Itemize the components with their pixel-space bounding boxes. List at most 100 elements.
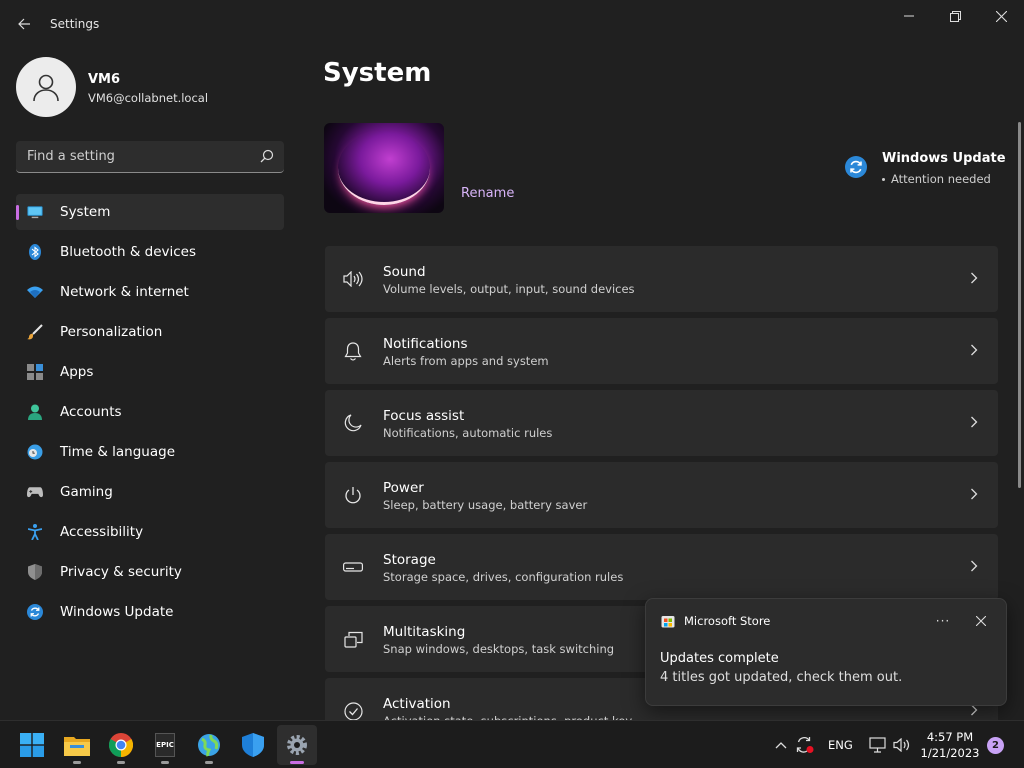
taskbar-chrome[interactable] <box>101 725 141 765</box>
drive-icon <box>343 557 363 577</box>
minimize-button[interactable] <box>886 0 932 32</box>
card-subtitle: Sleep, battery usage, battery saver <box>383 498 588 512</box>
show-hidden-icons-button[interactable] <box>771 735 791 755</box>
taskbar-defender[interactable] <box>233 725 273 765</box>
sidebar-item-label: System <box>60 204 111 220</box>
toast-body: 4 titles got updated, check them out. <box>660 670 903 685</box>
toast-close-button[interactable] <box>968 609 994 633</box>
tray-sync-status[interactable] <box>795 735 815 755</box>
search-input[interactable] <box>16 141 246 172</box>
notification-count-badge[interactable]: 2 <box>987 737 1004 754</box>
start-button[interactable] <box>12 725 52 765</box>
moon-icon <box>343 413 363 433</box>
rename-link[interactable]: Rename <box>461 186 514 201</box>
update-icon <box>27 604 43 620</box>
settings-card-sound[interactable]: Sound Volume levels, output, input, soun… <box>325 246 998 312</box>
sidebar-item-label: Apps <box>60 364 94 380</box>
sidebar-item-system[interactable]: System <box>16 194 284 230</box>
update-icon[interactable] <box>845 156 867 178</box>
apps-icon <box>27 364 43 380</box>
sidebar-item-network[interactable]: Network & internet <box>16 274 284 310</box>
input-language-indicator[interactable]: ENG <box>828 738 853 752</box>
sidebar-item-windows-update[interactable]: Windows Update <box>16 594 284 630</box>
defender-icon <box>242 733 264 757</box>
sidebar-item-accessibility[interactable]: Accessibility <box>16 514 284 550</box>
taskbar-settings[interactable] <box>277 725 317 765</box>
person-icon <box>33 74 59 102</box>
toast-title: Updates complete <box>660 651 779 666</box>
taskbar-file-explorer[interactable] <box>57 725 97 765</box>
settings-card-power[interactable]: Power Sleep, battery usage, battery save… <box>325 462 998 528</box>
close-button[interactable] <box>978 0 1024 32</box>
clock-date: 1/21/2023 <box>920 746 980 760</box>
search-icon[interactable] <box>260 149 274 163</box>
sidebar-item-label: Bluetooth & devices <box>60 244 197 260</box>
avatar[interactable] <box>16 57 76 117</box>
chevron-right-icon <box>971 560 978 572</box>
sidebar-item-label: Network & internet <box>60 284 189 300</box>
taskbar-globe-app[interactable] <box>189 725 229 765</box>
toast-more-button[interactable]: ··· <box>930 609 956 633</box>
sidebar-item-label: Windows Update <box>60 604 174 620</box>
bell-icon <box>343 341 363 361</box>
sidebar-item-personalization[interactable]: Personalization <box>16 314 284 350</box>
taskbar-clock[interactable]: 4:57 PM 1/21/2023 <box>918 729 982 761</box>
speaker-icon <box>893 738 910 752</box>
settings-card-notifications[interactable]: Notifications Alerts from apps and syste… <box>325 318 998 384</box>
desktop-wallpaper-thumbnail <box>324 123 444 213</box>
tray-volume[interactable] <box>892 735 912 755</box>
sidebar-item-label: Gaming <box>60 484 113 500</box>
epic-games-icon: EPIC <box>155 733 175 757</box>
chrome-icon <box>109 733 133 757</box>
search-box <box>16 141 284 173</box>
toast-notification[interactable]: Microsoft Store ··· Updates complete 4 t… <box>645 598 1007 706</box>
sidebar-item-label: Personalization <box>60 324 163 340</box>
card-title: Multitasking <box>383 624 466 640</box>
chevron-right-icon <box>971 488 978 500</box>
gamepad-icon <box>27 484 43 500</box>
shield-icon <box>27 564 43 580</box>
chevron-right-icon <box>971 344 978 356</box>
tray-network[interactable] <box>868 735 888 755</box>
clock-globe-icon <box>27 444 43 460</box>
sidebar-item-bluetooth[interactable]: Bluetooth & devices <box>16 234 284 270</box>
app-title: Settings <box>50 17 100 31</box>
chevron-up-icon <box>775 742 787 749</box>
sync-error-icon <box>796 737 814 753</box>
sidebar-item-accounts[interactable]: Accounts <box>16 394 284 430</box>
user-email: VM6@collabnet.local <box>88 91 209 105</box>
scrollbar[interactable] <box>1018 122 1021 488</box>
sidebar-item-time-language[interactable]: Time & language <box>16 434 284 470</box>
person-icon <box>27 404 43 420</box>
wifi-icon <box>27 284 43 300</box>
clock-time: 4:57 PM <box>926 730 974 744</box>
back-button[interactable] <box>8 9 40 39</box>
close-icon <box>976 616 986 626</box>
sidebar-item-privacy[interactable]: Privacy & security <box>16 554 284 590</box>
chevron-right-icon <box>971 272 978 284</box>
sidebar-item-apps[interactable]: Apps <box>16 354 284 390</box>
title-bar: Settings <box>0 0 1024 48</box>
restore-button[interactable] <box>932 0 978 32</box>
globe-app-icon <box>198 734 220 757</box>
chevron-right-icon <box>971 416 978 428</box>
restore-icon <box>949 10 961 22</box>
microsoft-store-icon <box>661 616 675 628</box>
card-subtitle: Notifications, automatic rules <box>383 426 553 440</box>
windows-update-status-text: Attention needed <box>891 172 991 186</box>
card-subtitle: Storage space, drives, configuration rul… <box>383 570 624 584</box>
monitor-icon <box>27 204 43 220</box>
sidebar-item-label: Accounts <box>60 404 122 420</box>
sidebar-item-label: Accessibility <box>60 524 144 540</box>
taskbar: EPIC ENG 4:57 PM 1/21/2023 2 <box>0 720 1024 768</box>
back-arrow-icon <box>18 18 30 30</box>
close-icon <box>995 10 1007 22</box>
windows-update-title[interactable]: Windows Update <box>882 151 1006 166</box>
more-icon: ··· <box>935 614 951 628</box>
taskbar-epic-games[interactable]: EPIC <box>145 725 185 765</box>
toast-app-name: Microsoft Store <box>684 614 771 628</box>
multitask-icon <box>343 629 363 649</box>
settings-card-focus-assist[interactable]: Focus assist Notifications, automatic ru… <box>325 390 998 456</box>
settings-card-storage[interactable]: Storage Storage space, drives, configura… <box>325 534 998 600</box>
sidebar-item-gaming[interactable]: Gaming <box>16 474 284 510</box>
